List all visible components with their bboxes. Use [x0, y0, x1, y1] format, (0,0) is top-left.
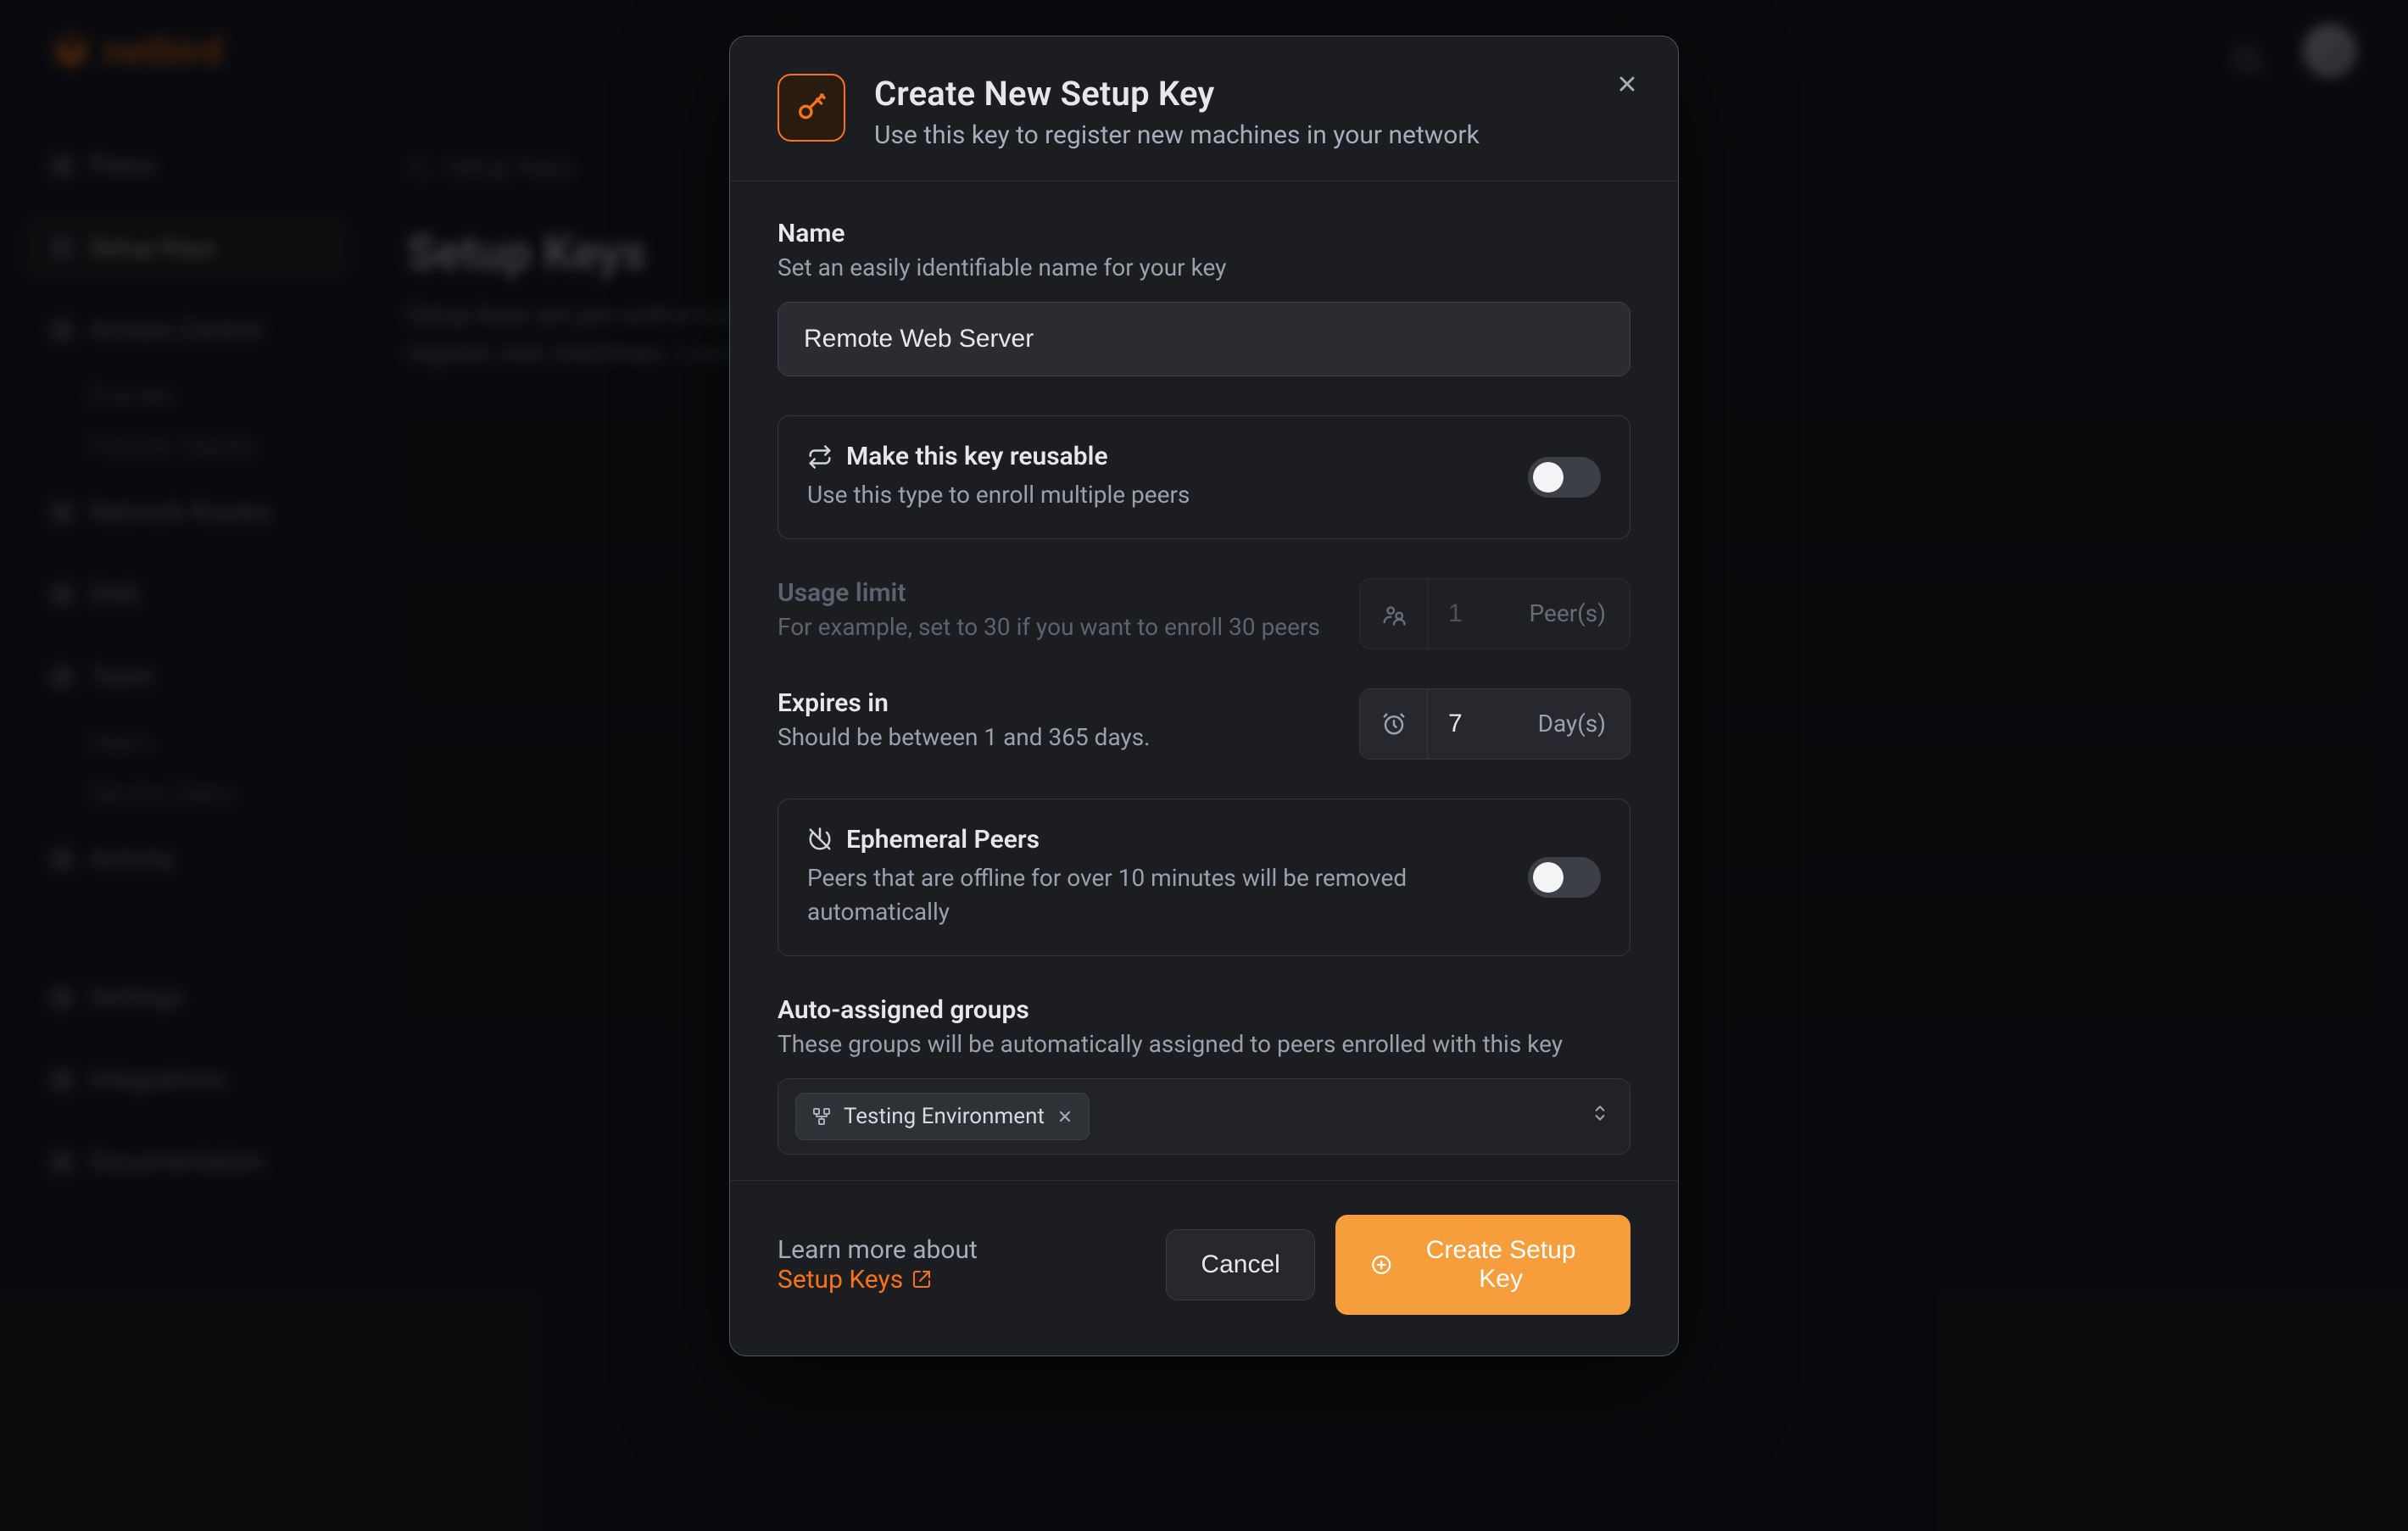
group-chip-remove[interactable]	[1056, 1108, 1073, 1125]
usage-input-box: Peer(s)	[1359, 578, 1630, 649]
modal-title: Create New Setup Key	[874, 74, 1480, 114]
name-help: Set an easily identifiable name for your…	[778, 253, 1630, 281]
expires-row: Expires in Should be between 1 and 365 d…	[778, 688, 1630, 760]
reusable-card: Make this key reusable Use this type to …	[778, 415, 1630, 539]
ephemeral-title: Ephemeral Peers	[846, 825, 1040, 855]
key-icon	[778, 74, 845, 142]
create-setup-key-modal: Create New Setup Key Use this key to reg…	[729, 36, 1679, 1356]
modal-subtitle: Use this key to register new machines in…	[874, 120, 1480, 150]
ephemeral-card: Ephemeral Peers Peers that are offline f…	[778, 799, 1630, 956]
groups-label: Auto-assigned groups	[778, 995, 1630, 1025]
modal-header: Create New Setup Key Use this key to reg…	[730, 36, 1678, 181]
plus-circle-icon	[1370, 1253, 1392, 1277]
groups-field: Auto-assigned groups These groups will b…	[778, 995, 1630, 1155]
usage-help: For example, set to 30 if you want to en…	[778, 613, 1325, 641]
learn-more: Learn more about Setup Keys	[778, 1235, 1125, 1294]
modal-overlay: Create New Setup Key Use this key to reg…	[0, 0, 2408, 1531]
create-setup-key-button[interactable]: Create Setup Key	[1335, 1215, 1630, 1315]
reusable-title: Make this key reusable	[846, 442, 1108, 471]
reusable-toggle[interactable]	[1528, 457, 1601, 498]
network-icon	[811, 1106, 832, 1127]
usage-label: Usage limit	[778, 578, 1325, 608]
name-input[interactable]	[778, 302, 1630, 376]
peers-icon	[1360, 579, 1428, 649]
reusable-desc: Use this type to enroll multiple peers	[807, 478, 1506, 513]
expires-help: Should be between 1 and 365 days.	[778, 723, 1325, 751]
expires-input-box: Day(s)	[1359, 688, 1630, 760]
name-field: Name Set an easily identifiable name for…	[778, 219, 1630, 376]
external-link-icon	[911, 1269, 932, 1289]
ephemeral-desc: Peers that are offline for over 10 minut…	[807, 861, 1506, 930]
name-label: Name	[778, 219, 1630, 248]
usage-limit-row: Usage limit For example, set to 30 if yo…	[778, 578, 1630, 649]
ephemeral-toggle[interactable]	[1528, 857, 1601, 898]
close-button[interactable]	[1610, 67, 1644, 101]
learn-more-link[interactable]: Setup Keys	[778, 1265, 932, 1294]
repeat-icon	[807, 444, 833, 470]
groups-select[interactable]: Testing Environment	[778, 1078, 1630, 1155]
modal-footer: Learn more about Setup Keys Cancel Creat…	[730, 1180, 1678, 1356]
group-chip-label: Testing Environment	[844, 1104, 1045, 1129]
groups-help: These groups will be automatically assig…	[778, 1030, 1630, 1058]
cancel-button[interactable]: Cancel	[1166, 1229, 1314, 1300]
expires-input[interactable]	[1428, 710, 1514, 738]
chevron-sort-icon	[1589, 1102, 1611, 1130]
power-off-icon	[807, 827, 833, 852]
usage-suffix: Peer(s)	[1506, 599, 1630, 627]
group-chip: Testing Environment	[795, 1093, 1090, 1140]
expires-label: Expires in	[778, 688, 1325, 718]
usage-input[interactable]	[1428, 599, 1506, 628]
clock-icon	[1360, 689, 1428, 759]
expires-suffix: Day(s)	[1514, 710, 1630, 738]
